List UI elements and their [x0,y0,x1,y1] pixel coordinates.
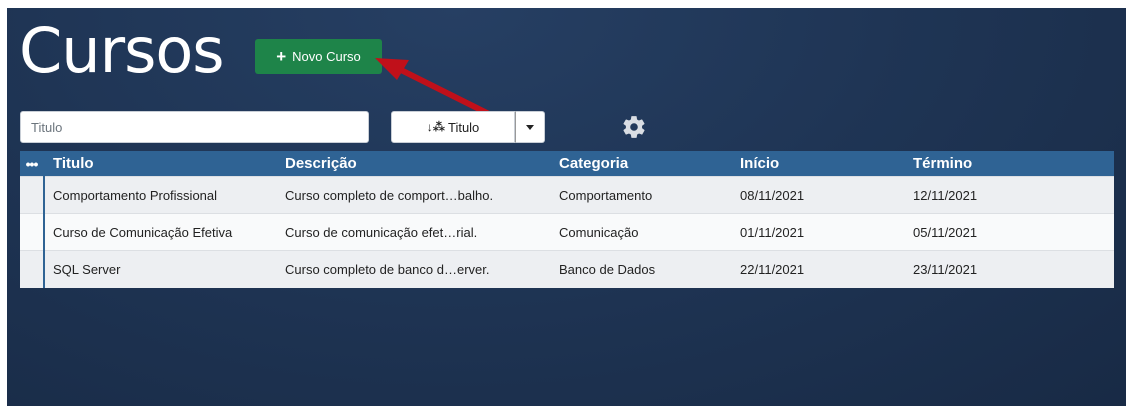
new-course-button[interactable]: + Novo Curso [255,39,382,74]
search-input[interactable] [20,111,369,143]
table-row[interactable]: Curso de Comunicação Efetiva Curso de co… [20,213,1114,251]
chevron-down-icon [526,124,534,130]
cell-categoria: Comportamento [551,176,732,214]
new-course-label: Novo Curso [292,49,361,64]
sort-control: ↓⁂ Titulo [391,111,545,143]
gear-icon[interactable] [621,114,647,140]
sort-button[interactable]: ↓⁂ Titulo [391,111,515,143]
cell-termino: 23/11/2021 [905,250,1114,288]
sort-dropdown-button[interactable] [515,111,545,143]
cell-categoria: Comunicação [551,213,732,251]
cell-titulo: SQL Server [44,250,277,288]
courses-table: ••• Titulo Descrição Categoria Início Té… [20,151,1114,288]
sort-ascending-icon: ↓⁂ [426,120,445,134]
row-actions-cell[interactable] [20,213,45,251]
cell-termino: 12/11/2021 [905,176,1114,214]
row-actions-header[interactable]: ••• [20,151,45,177]
page-title: Cursos [19,14,225,87]
table-row[interactable]: Comportamento Profissional Curso complet… [20,176,1114,214]
row-actions-cell[interactable] [20,176,45,214]
cell-termino: 05/11/2021 [905,213,1114,251]
column-header-descricao[interactable]: Descrição [277,151,551,177]
cell-categoria: Banco de Dados [551,250,732,288]
cell-inicio: 08/11/2021 [732,176,905,214]
sort-label: Titulo [447,119,480,135]
plus-icon: + [276,47,287,66]
column-header-inicio[interactable]: Início [732,151,905,177]
column-header-titulo[interactable]: Titulo [44,151,277,177]
cell-titulo: Comportamento Profissional [44,176,277,214]
table-row[interactable]: SQL Server Curso completo de banco d…erv… [20,250,1114,288]
cell-titulo: Curso de Comunicação Efetiva [44,213,277,251]
column-header-categoria[interactable]: Categoria [551,151,732,177]
column-header-termino[interactable]: Término [905,151,1114,177]
cell-descricao: Curso completo de banco d…erver. [277,250,551,288]
cell-descricao: Curso de comunicação efet…rial. [277,213,551,251]
cell-inicio: 22/11/2021 [732,250,905,288]
table-header-row: ••• Titulo Descrição Categoria Início Té… [20,151,1114,177]
cell-inicio: 01/11/2021 [732,213,905,251]
cell-descricao: Curso completo de comport…balho. [277,176,551,214]
row-actions-cell[interactable] [20,250,45,288]
courses-page: Cursos + Novo Curso ↓⁂ Titulo ••• Titulo… [7,8,1126,406]
